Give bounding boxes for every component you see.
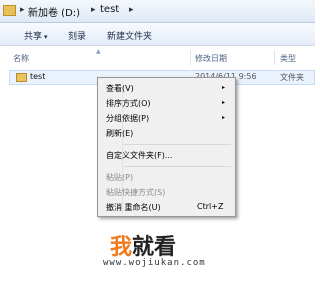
menu-item-shortcut: Ctrl+Z — [197, 202, 224, 211]
breadcrumb-arrow-icon[interactable]: ▸ — [20, 5, 25, 15]
menu-item-undo-rename[interactable]: 撤消 重命名(U) Ctrl+Z — [98, 201, 235, 214]
watermark-logo: 我就看 — [110, 229, 176, 261]
context-menu: 查看(V) ▸ 排序方式(O) ▸ 分组依据(P) ▸ 刷新(E) 自定义文件夹… — [97, 77, 236, 217]
new-folder-button[interactable]: 新建文件夹 — [107, 29, 152, 42]
submenu-arrow-icon: ▸ — [222, 84, 226, 91]
menu-item-label: 查看(V) — [106, 84, 134, 93]
command-toolbar: 共享 ▾ 刻录 新建文件夹 — [0, 23, 315, 46]
menu-item-label: 刷新(E) — [106, 129, 134, 138]
file-name[interactable]: test — [30, 72, 45, 81]
breadcrumb-folder[interactable]: test — [100, 4, 119, 15]
breadcrumb-arrow-icon[interactable]: ▸ — [91, 5, 96, 15]
folder-icon — [16, 73, 27, 82]
menu-separator — [124, 144, 231, 145]
menu-item-label: 撤消 重命名(U) — [106, 203, 161, 212]
burn-button[interactable]: 刻录 — [68, 29, 86, 42]
breadcrumb-arrow-icon[interactable]: ▸ — [129, 5, 134, 15]
submenu-arrow-icon: ▸ — [222, 99, 226, 106]
menu-item-label: 粘贴(P) — [106, 173, 134, 182]
share-button[interactable]: 共享 ▾ — [24, 29, 48, 42]
menu-item-label: 粘贴快捷方式(S) — [106, 188, 166, 197]
folder-icon — [3, 5, 16, 16]
column-divider[interactable] — [190, 50, 191, 65]
address-bar[interactable]: ▸ 新加卷 (D:) ▸ test ▸ — [0, 0, 315, 23]
menu-item-label: 排序方式(O) — [106, 99, 151, 108]
menu-item-customize-folder[interactable]: 自定义文件夹(F)... — [98, 149, 235, 162]
menu-item-view[interactable]: 查看(V) ▸ — [98, 82, 235, 95]
share-label: 共享 — [24, 32, 43, 42]
column-header-bar: ▲ 名称 修改日期 类型 — [0, 48, 315, 66]
breadcrumb-drive[interactable]: 新加卷 (D:) — [28, 4, 80, 19]
watermark-logo-accent: 我 — [110, 235, 133, 260]
menu-item-group-by[interactable]: 分组依据(P) ▸ — [98, 112, 235, 125]
watermark-logo-text: 就看 — [132, 235, 177, 260]
watermark-url: www.wojiukan.com — [103, 258, 206, 268]
menu-item-label: 分组依据(P) — [106, 114, 150, 123]
column-header-type[interactable]: 类型 — [280, 53, 296, 64]
column-divider[interactable] — [274, 50, 275, 65]
sort-indicator-icon: ▲ — [96, 48, 101, 55]
menu-item-label: 自定义文件夹(F)... — [106, 151, 173, 160]
column-header-modified[interactable]: 修改日期 — [195, 53, 227, 64]
menu-separator — [124, 166, 231, 167]
menu-item-paste-shortcut: 粘贴快捷方式(S) — [98, 186, 235, 199]
menu-item-refresh[interactable]: 刷新(E) — [98, 127, 235, 140]
menu-item-sort-by[interactable]: 排序方式(O) ▸ — [98, 97, 235, 110]
file-type: 文件夹 — [280, 73, 304, 82]
column-header-name[interactable]: 名称 — [13, 53, 29, 64]
chevron-down-icon: ▾ — [44, 33, 48, 41]
submenu-arrow-icon: ▸ — [222, 114, 226, 121]
menu-item-paste: 粘贴(P) — [98, 171, 235, 184]
